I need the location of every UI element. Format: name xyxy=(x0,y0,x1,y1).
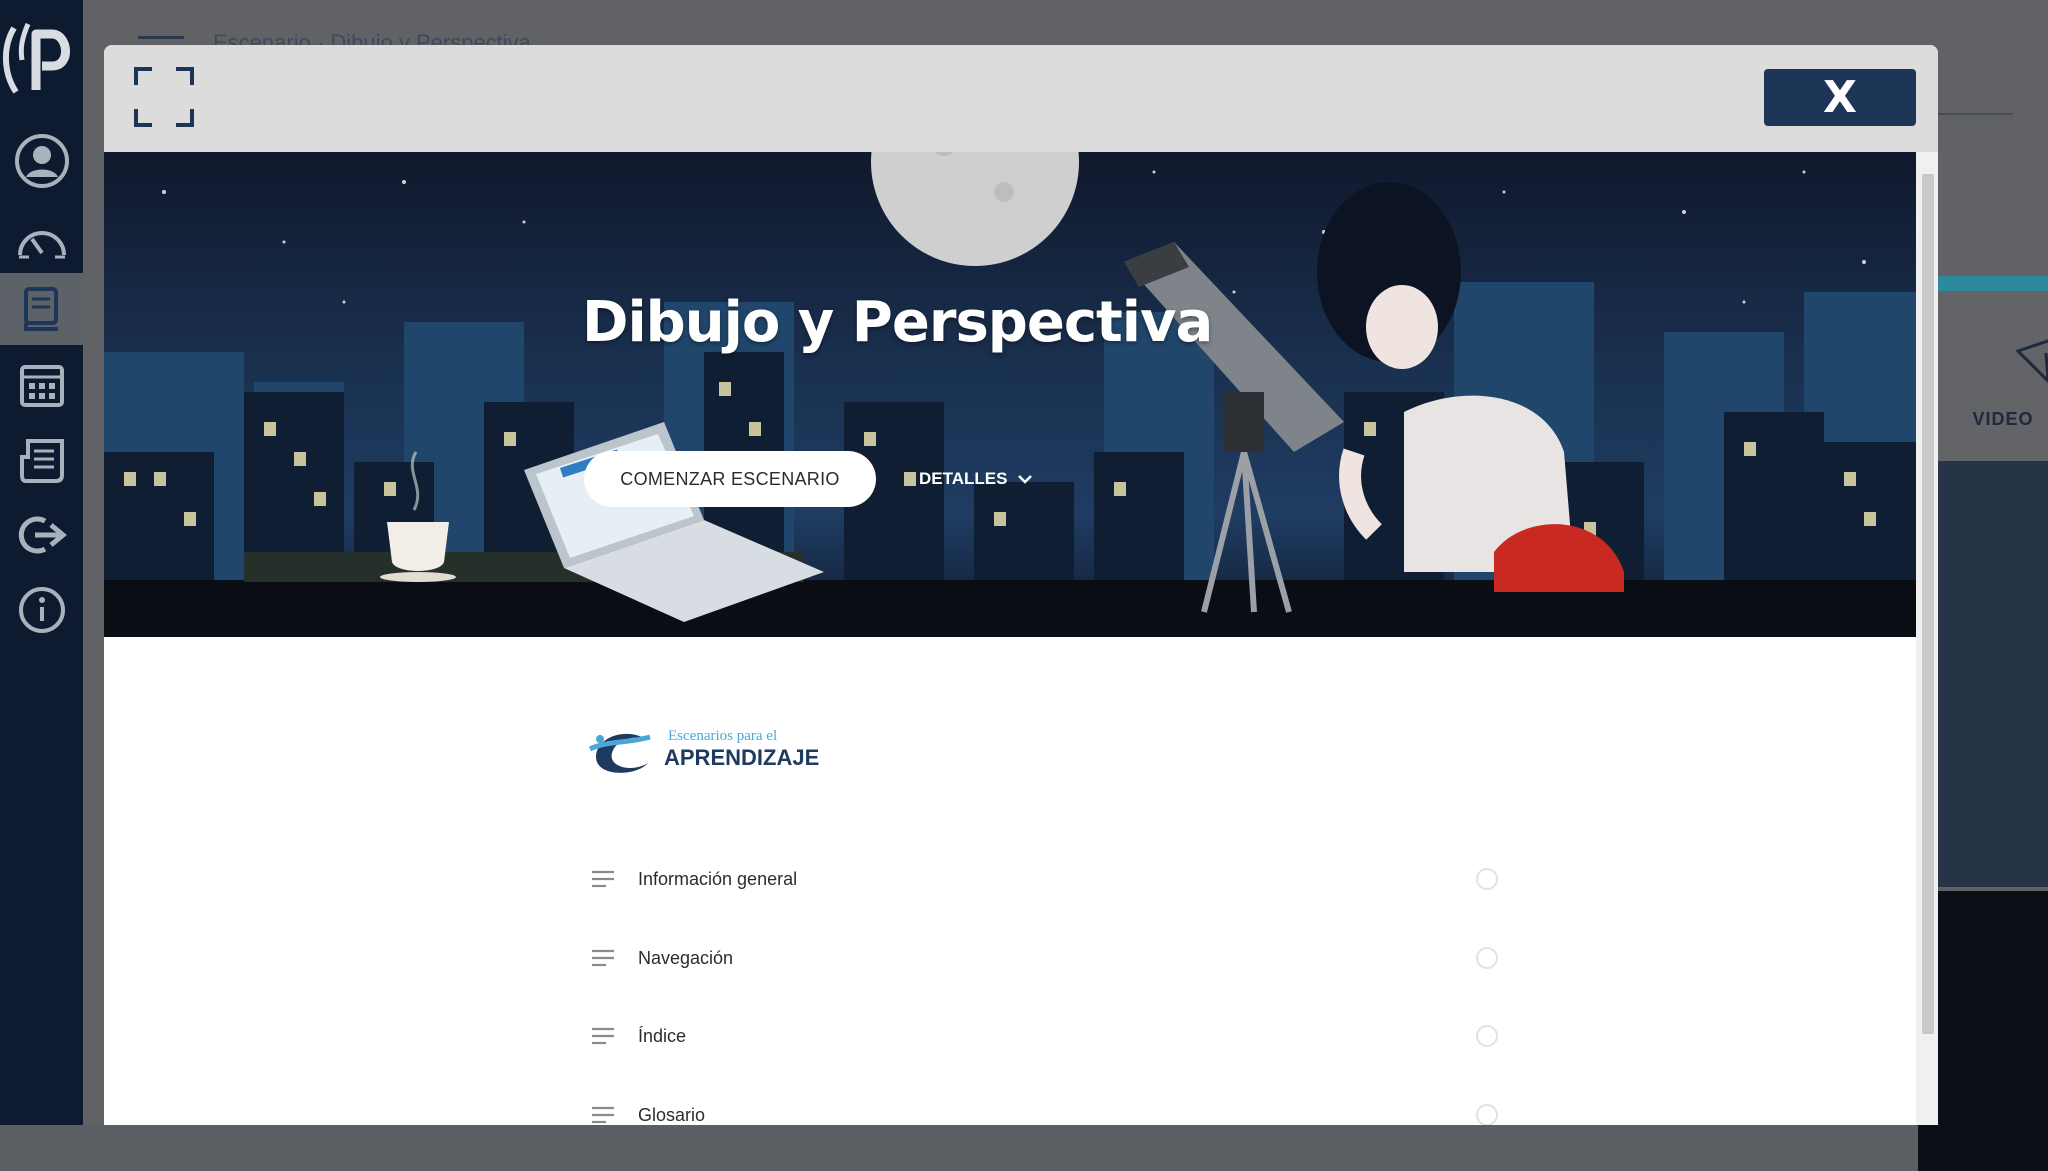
scenario-content: Escenarios para el APRENDIZAJE Informaci… xyxy=(104,637,1916,1125)
brand-tagline: Escenarios para el xyxy=(668,728,778,744)
toc-item-informacion-general[interactable]: Información general xyxy=(590,854,1498,904)
start-scenario-button[interactable]: COMENZAR ESCENARIO xyxy=(584,451,876,507)
newspaper-icon xyxy=(19,439,64,483)
modal-scrollbar[interactable] xyxy=(1916,152,1938,1125)
modal-header: X xyxy=(104,45,1938,152)
menu-icon[interactable] xyxy=(138,36,184,39)
completion-indicator xyxy=(1476,947,1498,969)
toc-item-indice[interactable]: Índice xyxy=(590,1011,1498,1061)
user-circle-icon xyxy=(14,134,69,188)
speedometer-icon xyxy=(17,231,66,259)
sidebar-item-courses[interactable] xyxy=(0,273,83,345)
text-lines-icon xyxy=(592,870,614,888)
sidebar-item-calendar[interactable] xyxy=(0,348,83,420)
fullscreen-icon xyxy=(134,67,194,127)
close-button[interactable]: X xyxy=(1764,69,1916,126)
text-lines-icon xyxy=(592,1106,614,1124)
sidebar-item-profile[interactable] xyxy=(0,125,83,197)
logout-icon xyxy=(18,516,67,554)
calendar-icon xyxy=(19,365,64,407)
app-sidebar xyxy=(0,0,83,1125)
sidebar-item-info[interactable] xyxy=(0,574,83,646)
completion-indicator xyxy=(1476,1025,1498,1047)
fullscreen-button[interactable] xyxy=(134,67,194,127)
chevron-down-icon xyxy=(1018,475,1033,484)
toc-label: Navegación xyxy=(638,947,734,968)
app-logo[interactable] xyxy=(0,8,83,98)
book-icon xyxy=(23,287,58,331)
sidebar-item-logout[interactable] xyxy=(0,499,83,571)
scenario-title: Dibujo y Perspectiva xyxy=(582,290,1213,355)
toc-label: Información general xyxy=(638,868,798,889)
scrollbar-thumb[interactable] xyxy=(1922,174,1934,1034)
scenario-banner: Dibujo y Perspectiva COMENZAR ESCENARIO … xyxy=(104,152,1916,637)
completion-indicator xyxy=(1476,1104,1498,1125)
info-icon xyxy=(18,587,65,633)
night-city-illustration xyxy=(104,152,1916,637)
sidebar-item-dashboard[interactable] xyxy=(0,205,83,277)
details-label: DETALLES xyxy=(919,469,1008,488)
toc-label: Glosario xyxy=(638,1104,706,1125)
toc-item-navegacion[interactable]: Navegación xyxy=(590,933,1498,983)
completion-indicator xyxy=(1476,868,1498,890)
text-lines-icon xyxy=(592,1027,614,1045)
sidebar-item-news[interactable] xyxy=(0,424,83,496)
scenario-modal: X Dibujo y Perspectiva COMENZAR ESCENARI… xyxy=(104,45,1938,1125)
text-lines-icon xyxy=(592,949,614,967)
brand-name: APRENDIZAJE xyxy=(664,745,820,770)
toc-label: Índice xyxy=(638,1025,687,1046)
details-toggle[interactable]: DETALLES xyxy=(919,462,1033,496)
logo-p-icon xyxy=(2,23,70,94)
toc-item-glosario[interactable]: Glosario xyxy=(590,1090,1498,1125)
